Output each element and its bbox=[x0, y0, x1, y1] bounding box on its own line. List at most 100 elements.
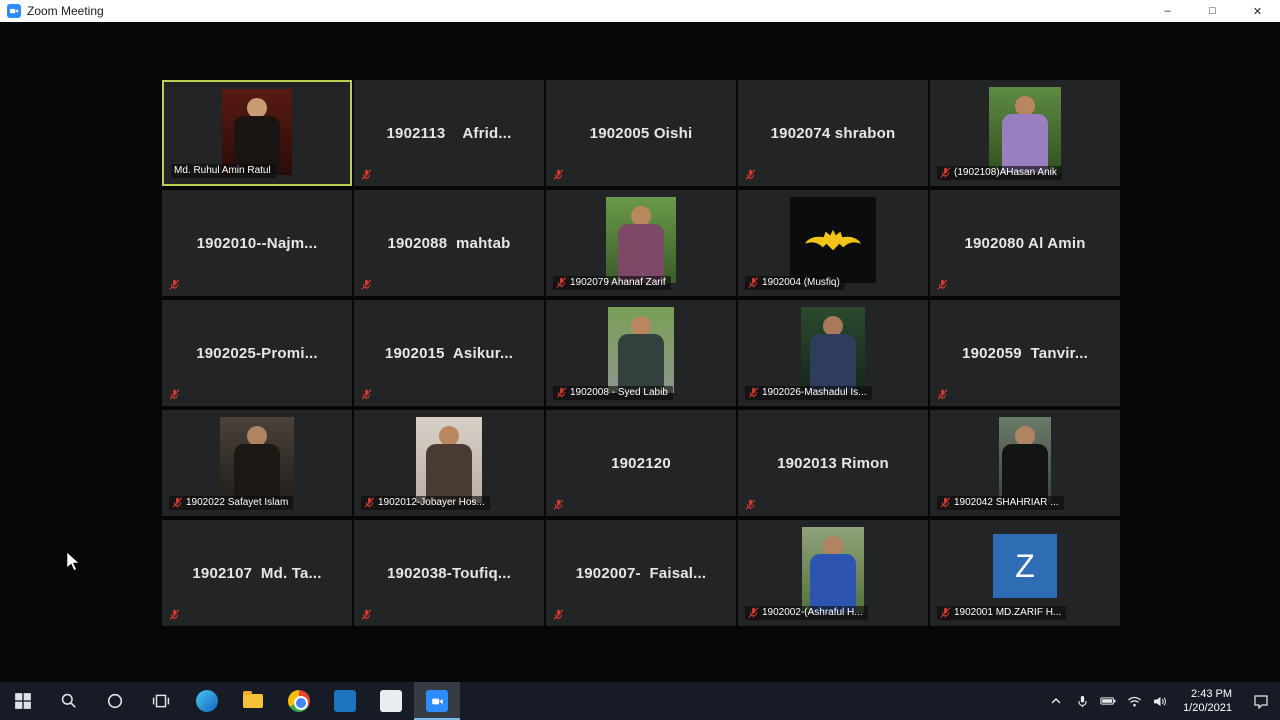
participant-tile[interactable]: Md. Ruhul Amin Ratul bbox=[162, 80, 352, 186]
muted-mic-icon bbox=[937, 389, 948, 400]
participant-tile[interactable]: 1902026-Mashadul Is... bbox=[738, 300, 928, 406]
person-body bbox=[810, 334, 856, 393]
participant-name: 1902120 bbox=[611, 454, 671, 472]
participant-tile[interactable]: 1902042 SHAHRIAR ... bbox=[930, 410, 1120, 516]
participant-badge: (1902108)AHasan Anik bbox=[937, 166, 1062, 180]
window-controls: – □ ✕ bbox=[1145, 0, 1280, 22]
participant-label: 1902001 MD.ZARIF H... bbox=[954, 607, 1062, 618]
mail-taskbar-icon[interactable] bbox=[322, 682, 368, 720]
start-button[interactable] bbox=[0, 682, 46, 720]
participant-badge bbox=[361, 169, 372, 180]
participant-tile[interactable]: 1902080 Al Amin bbox=[930, 190, 1120, 296]
muted-mic-icon bbox=[940, 167, 951, 178]
muted-mic-icon bbox=[169, 609, 180, 620]
participant-tile[interactable]: 1902012-Jobayer Hos... bbox=[354, 410, 544, 516]
clock-time: 2:43 PM bbox=[1191, 687, 1232, 700]
person-head bbox=[247, 426, 267, 446]
close-button[interactable]: ✕ bbox=[1235, 0, 1280, 22]
tray-mic-button[interactable] bbox=[1069, 682, 1095, 720]
participant-badge bbox=[745, 499, 756, 510]
participant-tile[interactable]: 1902013 Rimon bbox=[738, 410, 928, 516]
participant-video bbox=[220, 417, 294, 503]
person-head bbox=[439, 426, 459, 446]
participant-video bbox=[999, 417, 1051, 503]
file-explorer-taskbar-icon[interactable] bbox=[230, 682, 276, 720]
muted-mic-icon bbox=[361, 169, 372, 180]
participant-badge bbox=[361, 389, 372, 400]
participant-tile[interactable]: 1902038-Toufiq... bbox=[354, 520, 544, 626]
participant-grid: Md. Ruhul Amin Ratul 1902113 Afrid... 19… bbox=[162, 80, 1120, 626]
participant-badge: 1902022 Safayet Islam bbox=[169, 496, 294, 510]
window-titlebar: Zoom Meeting – □ ✕ bbox=[0, 0, 1280, 22]
search-button[interactable] bbox=[46, 682, 92, 720]
participant-video bbox=[802, 527, 864, 613]
window-title: Zoom Meeting bbox=[27, 4, 104, 18]
participant-tile[interactable]: 1902025-Promi... bbox=[162, 300, 352, 406]
participant-tile[interactable]: 1902088 mahtab bbox=[354, 190, 544, 296]
participant-name: 1902107 Md. Ta... bbox=[192, 564, 322, 582]
participant-tile[interactable]: 1902002-(Ashraful H... bbox=[738, 520, 928, 626]
person-body bbox=[234, 444, 280, 503]
participant-tile[interactable]: 1902113 Afrid... bbox=[354, 80, 544, 186]
maximize-button[interactable]: □ bbox=[1190, 0, 1235, 22]
person-head bbox=[631, 316, 651, 336]
participant-video bbox=[801, 307, 865, 393]
zoom-app-icon bbox=[7, 4, 21, 18]
participant-tile[interactable]: 1902004 (Musfiq) bbox=[738, 190, 928, 296]
camera-icon bbox=[431, 698, 443, 704]
volume-button[interactable] bbox=[1147, 682, 1173, 720]
participant-label: 1902008 - Syed Labib bbox=[570, 387, 668, 398]
participant-name: 1902007- Faisal... bbox=[575, 564, 707, 582]
participant-badge: 1902001 MD.ZARIF H... bbox=[937, 606, 1067, 620]
participant-tile[interactable]: Z 1902001 MD.ZARIF H... bbox=[930, 520, 1120, 626]
participant-tile[interactable]: 1902074 shrabon bbox=[738, 80, 928, 186]
edge-taskbar-icon[interactable] bbox=[184, 682, 230, 720]
muted-mic-icon bbox=[745, 169, 756, 180]
muted-mic-icon bbox=[361, 279, 372, 290]
participant-tile[interactable]: 1902079 Ahanaf Zarif bbox=[546, 190, 736, 296]
participant-label: Md. Ruhul Amin Ratul bbox=[174, 165, 271, 176]
action-center-button[interactable] bbox=[1242, 682, 1280, 720]
participant-badge: 1902008 - Syed Labib bbox=[553, 386, 673, 400]
participant-badge bbox=[361, 279, 372, 290]
system-tray: 2:43 PM 1/20/2021 bbox=[1043, 682, 1280, 720]
participant-tile[interactable]: 1902107 Md. Ta... bbox=[162, 520, 352, 626]
participant-tile[interactable]: 1902007- Faisal... bbox=[546, 520, 736, 626]
participant-badge bbox=[169, 609, 180, 620]
participant-label: 1902002-(Ashraful H... bbox=[762, 607, 863, 618]
participant-name: 1902013 Rimon bbox=[777, 454, 889, 472]
muted-mic-icon bbox=[553, 609, 564, 620]
cortana-button[interactable] bbox=[92, 682, 138, 720]
participant-tile[interactable]: 1902005 Oishi bbox=[546, 80, 736, 186]
chrome-taskbar-icon[interactable] bbox=[276, 682, 322, 720]
battery-button[interactable] bbox=[1095, 682, 1121, 720]
muted-mic-icon bbox=[748, 387, 759, 398]
minimize-button[interactable]: – bbox=[1145, 0, 1190, 22]
participant-badge: 1902012-Jobayer Hos... bbox=[361, 496, 490, 510]
participant-tile[interactable]: 1902022 Safayet Islam bbox=[162, 410, 352, 516]
muted-mic-icon bbox=[361, 609, 372, 620]
muted-mic-icon bbox=[553, 499, 564, 510]
zoom-taskbar-icon[interactable] bbox=[414, 682, 460, 720]
task-view-button[interactable] bbox=[138, 682, 184, 720]
participant-tile[interactable]: (1902108)AHasan Anik bbox=[930, 80, 1120, 186]
participant-badge bbox=[553, 609, 564, 620]
participant-badge: 1902079 Ahanaf Zarif bbox=[553, 276, 671, 290]
participant-tile[interactable]: 1902010--Najm... bbox=[162, 190, 352, 296]
participant-badge bbox=[937, 279, 948, 290]
muted-mic-icon bbox=[940, 497, 951, 508]
network-button[interactable] bbox=[1121, 682, 1147, 720]
chevron-up-icon bbox=[1051, 698, 1061, 704]
participant-tile[interactable]: 1902015 Asikur... bbox=[354, 300, 544, 406]
participant-tile[interactable]: 1902008 - Syed Labib bbox=[546, 300, 736, 406]
calculator-taskbar-icon[interactable] bbox=[368, 682, 414, 720]
muted-mic-icon bbox=[172, 497, 183, 508]
participant-tile[interactable]: 1902120 bbox=[546, 410, 736, 516]
participant-tile[interactable]: 1902059 Tanvir... bbox=[930, 300, 1120, 406]
participant-badge: 1902042 SHAHRIAR ... bbox=[937, 496, 1064, 510]
hidden-icons-button[interactable] bbox=[1043, 682, 1069, 720]
participant-badge bbox=[745, 169, 756, 180]
person-body bbox=[426, 444, 472, 503]
taskbar-clock[interactable]: 2:43 PM 1/20/2021 bbox=[1173, 687, 1242, 716]
person-body bbox=[618, 334, 664, 393]
